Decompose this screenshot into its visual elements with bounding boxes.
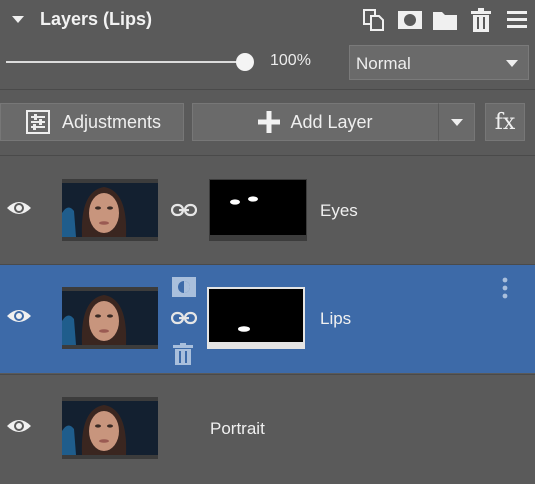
fx-button[interactable]: fx bbox=[485, 103, 525, 141]
opacity-slider-track[interactable] bbox=[6, 61, 244, 63]
eye-icon[interactable] bbox=[6, 307, 32, 330]
layer-mask-thumbnail[interactable] bbox=[209, 179, 307, 241]
panel-header: Layers (Lips) bbox=[0, 0, 535, 40]
chevron-down-icon bbox=[450, 118, 463, 126]
layer-thumbnail[interactable] bbox=[62, 397, 158, 459]
layer-name: Eyes bbox=[320, 201, 358, 220]
layer-thumbnail[interactable] bbox=[62, 287, 158, 349]
collapse-arrow-icon[interactable] bbox=[12, 16, 24, 23]
adjustments-icon bbox=[26, 110, 50, 134]
fx-label: fx bbox=[494, 109, 516, 135]
menu-icon[interactable] bbox=[506, 8, 528, 32]
layer-row-eyes[interactable]: Eyes bbox=[0, 157, 535, 265]
chevron-down-icon bbox=[506, 60, 518, 67]
more-options-icon[interactable] bbox=[502, 277, 508, 304]
adjustments-label: Adjustments bbox=[62, 111, 162, 132]
link-icon[interactable] bbox=[170, 202, 198, 223]
layer-mask-thumbnail[interactable] bbox=[207, 287, 305, 349]
layer-row-portrait[interactable]: Portrait bbox=[0, 375, 535, 483]
layer-thumbnail[interactable] bbox=[62, 179, 158, 241]
add-layer-button[interactable]: Add Layer bbox=[192, 103, 438, 141]
layer-name: Portrait bbox=[210, 419, 265, 438]
delete-mask-icon[interactable] bbox=[172, 343, 194, 370]
invert-mask-icon[interactable] bbox=[172, 277, 196, 302]
opacity-value: 100% bbox=[270, 52, 311, 69]
panel-title: Layers (Lips) bbox=[40, 9, 153, 29]
link-icon[interactable] bbox=[170, 310, 198, 331]
add-layer-label: Add Layer bbox=[290, 111, 373, 132]
divider bbox=[0, 155, 535, 156]
divider bbox=[0, 89, 535, 90]
add-layer-dropdown[interactable] bbox=[438, 103, 475, 141]
opacity-slider-knob[interactable] bbox=[236, 53, 254, 71]
adjustments-button[interactable]: Adjustments bbox=[0, 103, 184, 141]
plus-icon bbox=[258, 111, 281, 133]
blend-mode-value: Normal bbox=[356, 54, 411, 73]
layer-row-lips[interactable]: Lips bbox=[0, 265, 535, 373]
eye-icon[interactable] bbox=[6, 199, 32, 222]
layer-name: Lips bbox=[320, 309, 352, 328]
duplicate-layer-icon[interactable] bbox=[362, 8, 386, 32]
blend-mode-select[interactable]: Normal bbox=[349, 45, 529, 80]
delete-icon[interactable] bbox=[470, 8, 492, 32]
folder-icon[interactable] bbox=[432, 8, 458, 32]
eye-icon[interactable] bbox=[6, 417, 32, 440]
mask-icon[interactable] bbox=[397, 8, 423, 32]
